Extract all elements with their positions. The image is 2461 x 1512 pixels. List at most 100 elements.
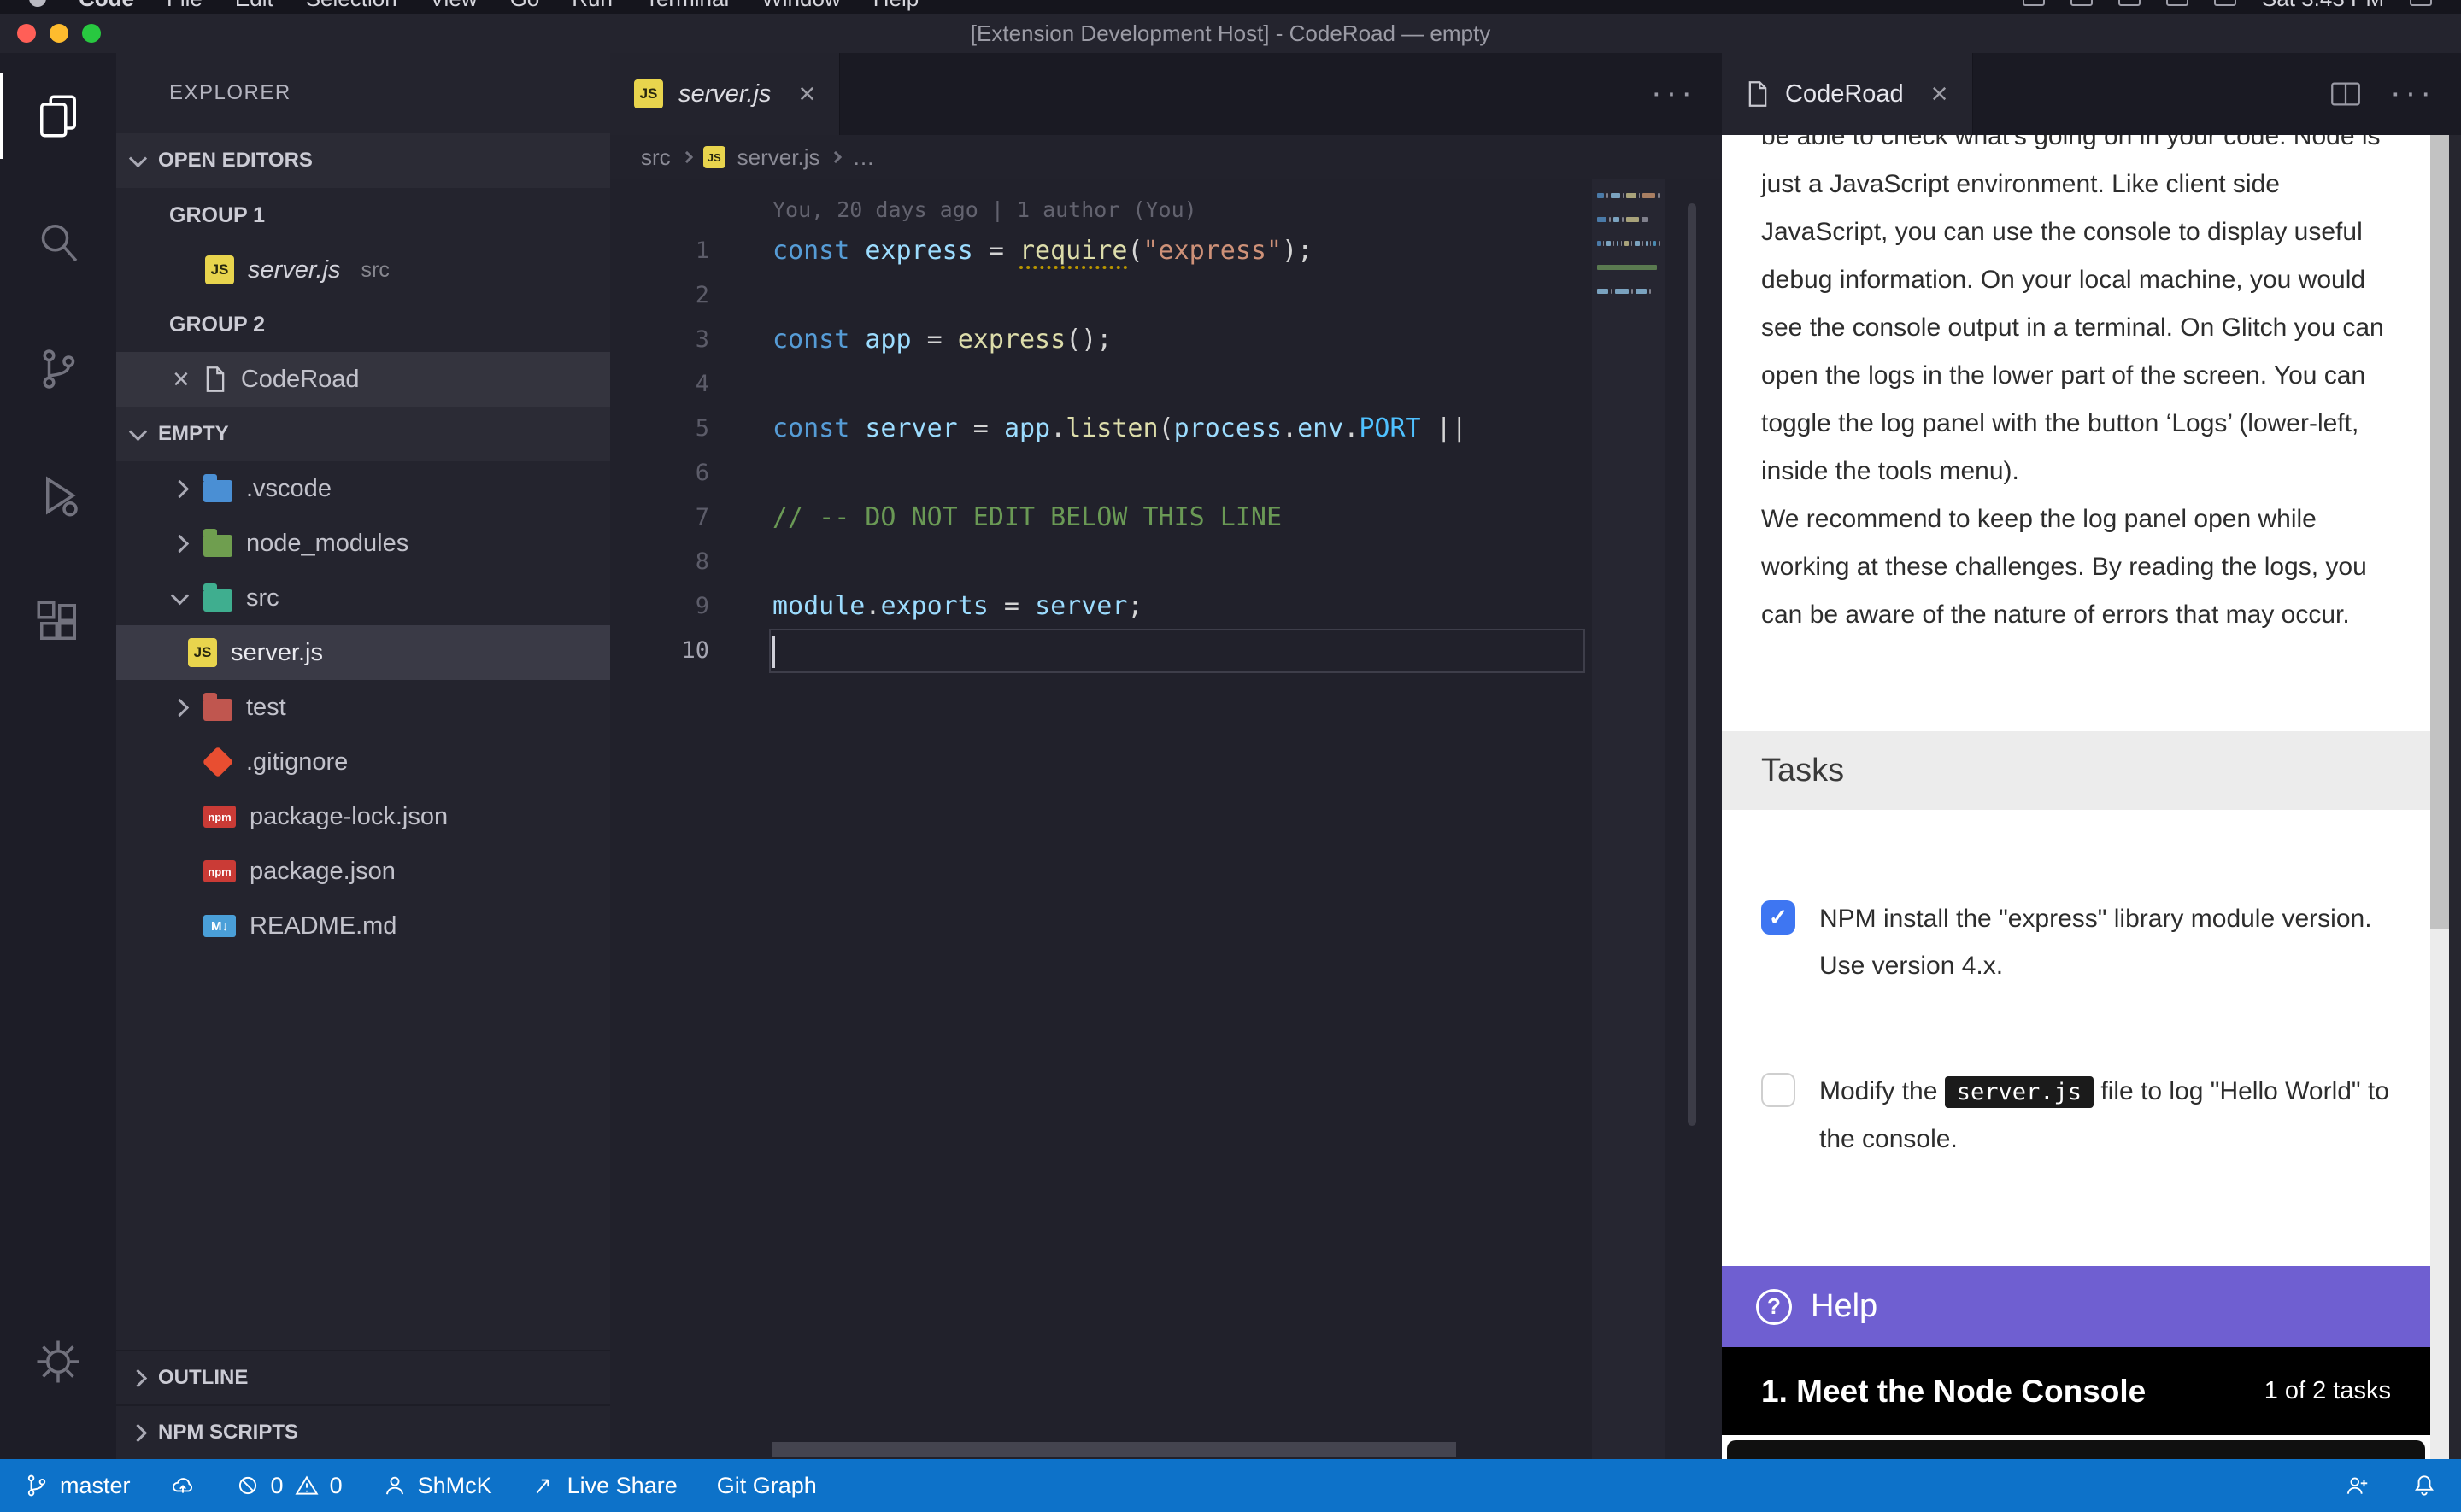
menu-item-selection[interactable]: Selection: [306, 0, 397, 12]
breadcrumb[interactable]: src JS server.js …: [610, 135, 1722, 179]
lesson-footer[interactable]: 1. Meet the Node Console 1 of 2 tasks: [1722, 1347, 2430, 1435]
code-line-6[interactable]: 6: [610, 451, 1722, 495]
menu-item-terminal[interactable]: Terminal: [645, 0, 729, 12]
chevron-right-icon: [170, 698, 188, 716]
person-add-icon: [2345, 1473, 2370, 1498]
js-file-icon: JS: [703, 146, 725, 168]
tree-item-src[interactable]: src: [116, 571, 610, 625]
minimap[interactable]: [1592, 179, 1665, 1459]
menubar-status-icon[interactable]: [2410, 0, 2432, 6]
chevron-right-icon: [681, 151, 693, 163]
code-line-3[interactable]: 3const app = express();: [610, 318, 1722, 362]
menubar-clock[interactable]: Sat 3:43 PM: [2262, 0, 2384, 12]
tree-item-server-js[interactable]: JS server.js: [116, 625, 610, 680]
close-icon[interactable]: ×: [1931, 78, 1948, 111]
editor-group: JS server.js × ··· src JS server.js … Yo…: [610, 53, 1722, 1459]
scrollbar-thumb[interactable]: [2430, 135, 2449, 929]
horizontal-scrollbar[interactable]: [772, 1442, 1456, 1457]
section-label: NPM SCRIPTS: [158, 1421, 298, 1445]
menu-item-help[interactable]: Help: [873, 0, 919, 12]
menubar-status-icon[interactable]: [2023, 0, 2045, 6]
tree-item-test[interactable]: test: [116, 680, 610, 735]
menu-item-go[interactable]: Go: [510, 0, 540, 12]
menu-item-file[interactable]: File: [167, 0, 203, 12]
account-indicator[interactable]: ShMcK: [382, 1473, 492, 1499]
section-npm-scripts[interactable]: NPM SCRIPTS: [116, 1404, 610, 1459]
close-icon[interactable]: ×: [799, 78, 816, 111]
status-bar: master 0 0 ShMcK Live Share Git Graph: [0, 1459, 2461, 1512]
task-item: Modify the server.js file to log "Hello …: [1761, 1068, 2410, 1163]
settings-gear-icon[interactable]: [0, 1298, 116, 1425]
apple-menu-icon[interactable]: [29, 0, 46, 7]
task-checkbox-checked[interactable]: ✓: [1761, 900, 1795, 935]
continue-button-partial[interactable]: [1727, 1440, 2425, 1459]
menu-item-window[interactable]: Window: [761, 0, 840, 12]
problems-indicator[interactable]: 0 0: [235, 1473, 343, 1499]
tree-item-gitignore[interactable]: .gitignore: [116, 735, 610, 789]
folder-icon: [203, 535, 232, 557]
tree-item-readme[interactable]: M↓ README.md: [116, 899, 610, 953]
close-icon[interactable]: ×: [173, 365, 190, 394]
menu-item-edit[interactable]: Edit: [235, 0, 273, 12]
code-line-9[interactable]: 9module.exports = server;: [610, 584, 1722, 629]
section-open-editors[interactable]: OPEN EDITORS: [116, 133, 610, 188]
code-editor[interactable]: You, 20 days ago | 1 author (You) 1const…: [610, 179, 1722, 1459]
editor-scrollbar[interactable]: [1688, 203, 1696, 1126]
minimap-content: [1597, 193, 1660, 306]
breadcrumb-symbol[interactable]: …: [852, 144, 874, 171]
branch-indicator[interactable]: master: [24, 1473, 131, 1499]
tree-item-label: README.md: [250, 912, 396, 941]
menubar-status-icon[interactable]: [2166, 0, 2188, 6]
section-outline[interactable]: OUTLINE: [116, 1350, 610, 1404]
explorer-icon[interactable]: [0, 53, 116, 179]
tree-item-label: package-lock.json: [250, 803, 448, 831]
code-line-5[interactable]: 5const server = app.listen(process.env.P…: [610, 407, 1722, 451]
git-graph-button[interactable]: Git Graph: [717, 1473, 817, 1499]
activity-bar: [0, 53, 116, 1459]
section-workspace-empty[interactable]: EMPTY: [116, 407, 610, 461]
run-and-debug-icon[interactable]: [0, 432, 116, 559]
code-line-2[interactable]: 2: [610, 273, 1722, 318]
publish-indicator[interactable]: [170, 1473, 196, 1498]
code-line-8[interactable]: 8: [610, 540, 1722, 584]
person-icon: [382, 1473, 408, 1498]
code-line-7[interactable]: 7// -- DO NOT EDIT BELOW THIS LINE: [610, 495, 1722, 540]
menu-item-view[interactable]: View: [430, 0, 478, 12]
tree-item-package-lock[interactable]: npm package-lock.json: [116, 789, 610, 844]
breadcrumb-file[interactable]: server.js: [737, 144, 820, 171]
search-icon[interactable]: [0, 179, 116, 306]
tree-item-vscode[interactable]: .vscode: [116, 461, 610, 516]
menubar-status-icon[interactable]: [2070, 0, 2093, 6]
help-bar[interactable]: ? Help: [1722, 1266, 2430, 1347]
extensions-icon[interactable]: [0, 559, 116, 685]
markdown-icon: M↓: [203, 915, 236, 937]
split-editor-icon[interactable]: [2330, 80, 2361, 108]
line-number: 10: [610, 629, 731, 673]
breadcrumb-folder[interactable]: src: [641, 144, 671, 171]
open-editors-group-1: GROUP 1: [116, 188, 610, 243]
tree-item-node-modules[interactable]: node_modules: [116, 516, 610, 571]
notifications-button[interactable]: [2411, 1473, 2437, 1498]
line-number: 4: [610, 362, 731, 407]
menubar-status-icon[interactable]: [2214, 0, 2236, 6]
tab-coderoad[interactable]: CodeRoad ×: [1722, 53, 1973, 135]
menubar-status-icon[interactable]: [2118, 0, 2141, 6]
tree-item-package-json[interactable]: npm package.json: [116, 844, 610, 899]
menu-item-run[interactable]: Run: [572, 0, 613, 12]
more-actions-icon[interactable]: ···: [1651, 87, 1696, 100]
panel-tab-bar: CodeRoad × ···: [1722, 53, 2461, 135]
live-share-button[interactable]: Live Share: [532, 1473, 678, 1499]
webview-scrollbar[interactable]: [2430, 135, 2449, 1459]
more-actions-icon[interactable]: ···: [2390, 87, 2435, 100]
open-editor-coderoad[interactable]: × CodeRoad: [116, 352, 610, 407]
live-share-contacts-button[interactable]: [2345, 1473, 2370, 1498]
code-line-4[interactable]: 4: [610, 362, 1722, 407]
code-line-1[interactable]: 1const express = require("express");: [610, 229, 1722, 273]
minimap-line: [1597, 217, 1660, 222]
source-control-icon[interactable]: [0, 306, 116, 432]
code-line-10[interactable]: 10: [610, 629, 1722, 673]
tab-server-js[interactable]: JS server.js ×: [610, 53, 840, 135]
task-checkbox-unchecked[interactable]: [1761, 1073, 1795, 1107]
open-editor-server-js[interactable]: JS server.js src: [116, 243, 610, 297]
menu-item-code[interactable]: Code: [79, 0, 134, 12]
